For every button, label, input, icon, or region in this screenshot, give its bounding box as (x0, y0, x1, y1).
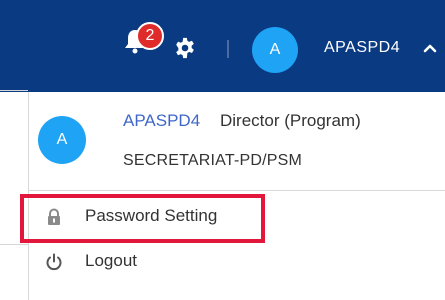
page-divider (0, 90, 28, 91)
navbar-left (0, 0, 236, 92)
dropdown-organization: SECRETARIAT-PD/PSM (123, 152, 303, 169)
navbar-username[interactable]: APASPD4 (324, 39, 400, 57)
navbar-divider (227, 40, 229, 58)
power-icon (46, 253, 62, 271)
gear-icon[interactable] (174, 37, 196, 59)
menu-item-label: Logout (85, 251, 137, 270)
avatar[interactable]: A (252, 27, 298, 73)
dropdown-separator (29, 190, 445, 191)
chevron-up-icon[interactable] (423, 42, 437, 54)
dropdown-username: APASPD4 (123, 111, 201, 130)
dropdown-avatar: A (38, 116, 86, 164)
menu-item-logout[interactable]: Logout (29, 243, 445, 283)
notification-badge: 2 (136, 22, 164, 50)
dropdown-role: Director (Program) (220, 111, 361, 130)
top-navbar: 2 A APASPD4 (0, 0, 445, 92)
highlight-annotation-box (20, 194, 265, 243)
page-divider (0, 244, 28, 245)
